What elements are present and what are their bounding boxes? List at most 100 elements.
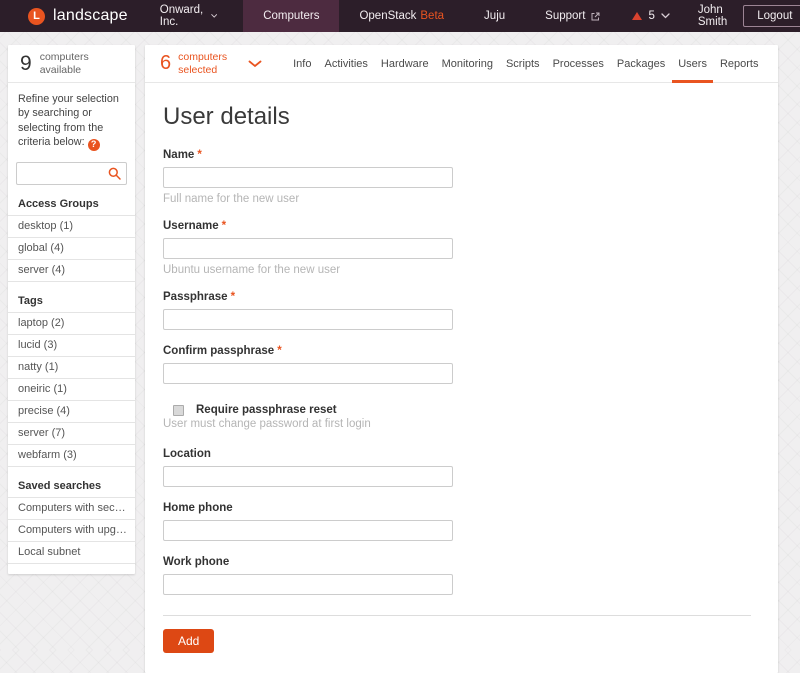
alerts-menu[interactable]: 5 [620,10,681,22]
sidebar: 9 computers available Refine your select… [8,45,135,574]
sidebar-item-local-subnet[interactable]: Local subnet [8,542,135,564]
home-phone-input[interactable] [163,520,453,541]
landscape-logo[interactable]: L landscape [0,0,142,32]
field-label: Work phone [163,556,760,568]
sidebar-item-global-4[interactable]: global (4) [8,238,135,260]
chevron-down-icon [211,13,217,19]
computers-available-count: 9 [20,52,32,76]
nav-item-label: OpenStack [359,10,416,22]
help-icon[interactable]: ? [88,139,100,151]
required-asterisk: * [231,291,235,303]
sidebar-section-title: Saved searches [8,476,135,498]
required-asterisk: * [222,220,226,232]
field-username: Username*Ubuntu username for the new use… [163,220,760,276]
field-passphrase: Passphrase* [163,291,760,330]
field-helper: User must change password at first login [163,418,760,430]
field-work-phone: Work phone [163,556,760,595]
nav-item-label: Computers [263,10,319,22]
main-tabs: InfoActivitiesHardwareMonitoringScriptsP… [287,45,778,83]
search-icon[interactable] [108,167,121,180]
sidebar-section-title: Access Groups [8,194,135,216]
tab-scripts[interactable]: Scripts [499,45,546,83]
computers-selected-count: 6 [160,52,171,75]
sidebar-item-server-7[interactable]: server (7) [8,423,135,445]
tab-monitoring[interactable]: Monitoring [435,45,499,83]
field-label: Home phone [163,502,760,514]
tab-processes[interactable]: Processes [546,45,610,83]
field-label: Name* [163,149,760,161]
username-input[interactable] [163,238,453,259]
logout-button[interactable]: Logout [743,5,800,27]
sidebar-sections: Access Groupsdesktop (1)global (4)server… [8,194,135,564]
field-helper: Full name for the new user [163,193,760,205]
navbar-items: Computers OpenStackBeta Juju Support [243,0,620,32]
sidebar-section-saved-searches: Saved searchesComputers with securit…Com… [8,476,135,564]
user-name[interactable]: John Smith [682,4,743,28]
field-location: Location [163,448,760,487]
required-asterisk: * [197,149,201,161]
nav-item-openstack[interactable]: OpenStackBeta [339,0,464,32]
sidebar-section-access-groups: Access Groupsdesktop (1)global (4)server… [8,194,135,282]
tab-reports[interactable]: Reports [713,45,765,83]
nav-item-label: Support [545,10,585,22]
tab-activities[interactable]: Activities [318,45,374,83]
sidebar-item-lucid-3[interactable]: lucid (3) [8,335,135,357]
sidebar-item-computers-with-securit[interactable]: Computers with securit… [8,498,135,520]
top-navbar: L landscape Onward, Inc. Computers OpenSt… [0,0,800,32]
require-passphrase-reset-checkbox[interactable] [173,405,184,416]
external-link-icon [591,12,600,21]
nav-item-label: Juju [484,10,505,22]
field-name: Name* Full name for the new user [163,149,760,205]
sidebar-item-oneiric-1[interactable]: oneiric (1) [8,379,135,401]
tab-info[interactable]: Info [287,45,318,83]
chevron-down-icon [661,13,670,19]
tab-users[interactable]: Users [672,45,714,83]
sidebar-section-title: Tags [8,291,135,313]
field-label: Confirm passphrase* [163,345,760,357]
sidebar-item-natty-1[interactable]: natty (1) [8,357,135,379]
sidebar-item-precise-4[interactable]: precise (4) [8,401,135,423]
form-divider [163,615,751,616]
passphrase-input[interactable] [163,309,453,330]
checkbox-label[interactable]: Require passphrase reset [196,404,337,416]
field-home-phone: Home phone [163,502,760,541]
search-box [16,162,127,185]
field-confirm-passphrase: Confirm passphrase* [163,345,760,384]
sidebar-item-webfarm-3[interactable]: webfarm (3) [8,445,135,467]
sidebar-item-desktop-1[interactable]: desktop (1) [8,216,135,238]
location-input[interactable] [163,466,453,487]
chevron-down-icon [248,60,262,68]
field-label: Username* [163,220,760,232]
refine-text-label: Refine your selection by searching or se… [18,93,119,148]
landscape-logo-icon: L [28,8,45,25]
sidebar-item-laptop-2[interactable]: laptop (2) [8,313,135,335]
work-phone-input[interactable] [163,574,453,595]
nav-item-juju[interactable]: Juju [464,0,525,32]
field-label: Location [163,448,760,460]
field-require-passphrase-reset: Require passphrase reset User must change… [163,404,760,430]
alerts-count: 5 [648,10,654,22]
sidebar-item-computers-with-upgrades[interactable]: Computers with upgrades [8,520,135,542]
add-button[interactable]: Add [163,629,214,653]
computers-selected-label: computers selected [178,51,236,75]
sidebar-body: Refine your selection by searching or se… [8,83,135,574]
alert-triangle-icon [632,12,642,20]
nav-item-computers[interactable]: Computers [243,0,339,32]
refine-text: Refine your selection by searching or se… [8,83,135,158]
computers-available-label: computers available [40,51,102,75]
org-menu[interactable]: Onward, Inc. [142,0,243,32]
page-title: User details [163,103,760,131]
main-header: 6 computers selected InfoActivitiesHardw… [145,45,778,83]
sidebar-item-server-4[interactable]: server (4) [8,260,135,282]
navbar-right: 5 John Smith Logout [620,0,800,32]
confirm-passphrase-input[interactable] [163,363,453,384]
sidebar-header: 9 computers available [8,45,135,83]
name-input[interactable] [163,167,453,188]
field-label: Passphrase* [163,291,760,303]
tab-hardware[interactable]: Hardware [374,45,435,83]
tab-packages[interactable]: Packages [610,45,671,83]
nav-item-support[interactable]: Support [525,0,620,32]
user-details-form: User details Name* Full name for the new … [145,83,778,673]
brand-name: landscape [53,7,128,25]
selection-dropdown[interactable]: 6 computers selected [145,51,262,75]
